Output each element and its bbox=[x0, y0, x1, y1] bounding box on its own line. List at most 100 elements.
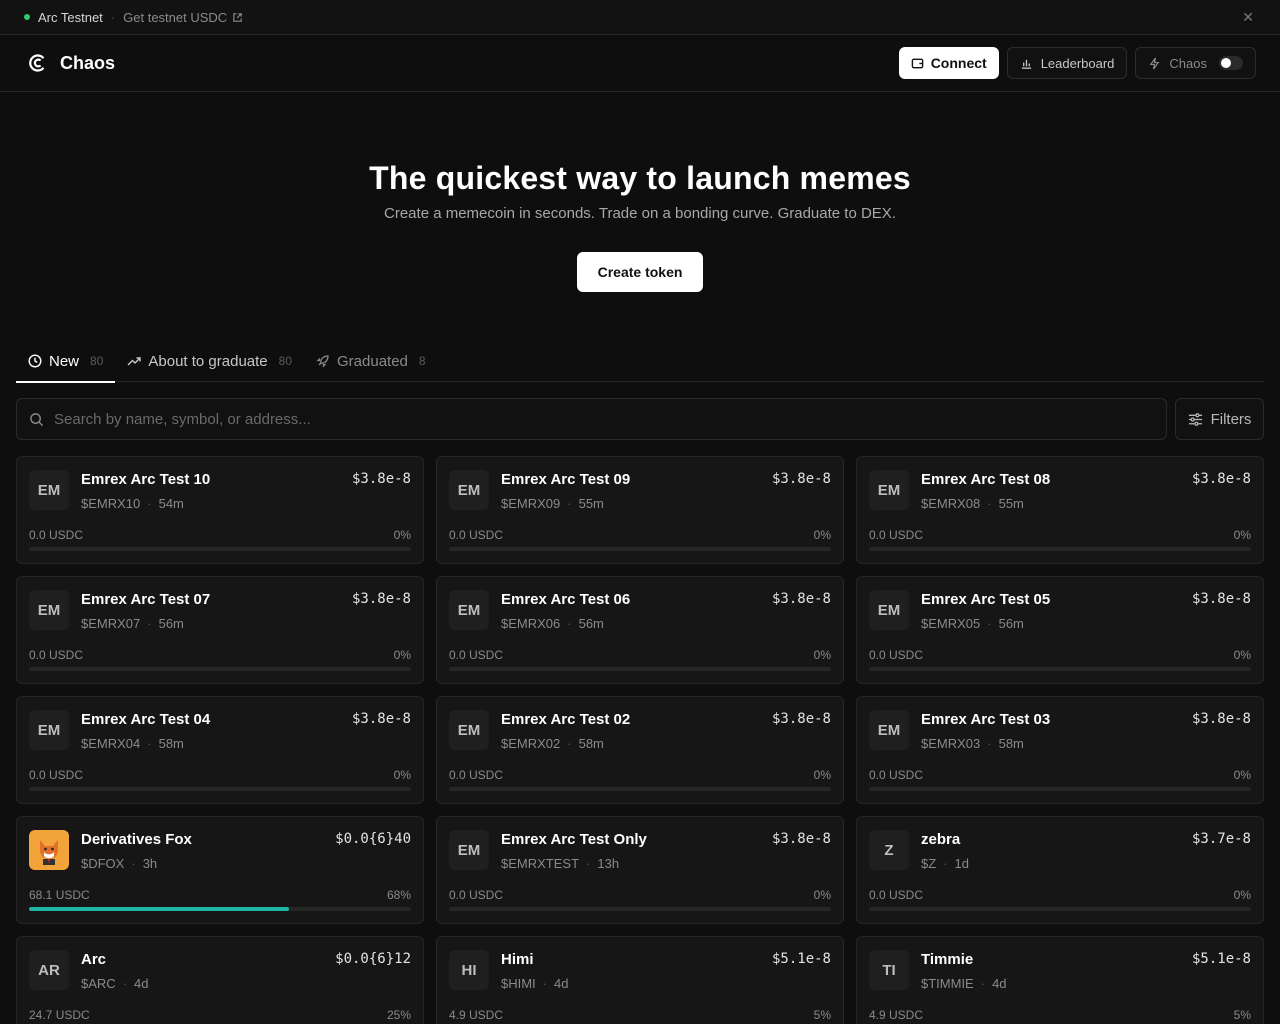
hero-subtitle: Create a memecoin in seconds. Trade on a… bbox=[384, 205, 896, 222]
token-avatar: TI bbox=[869, 950, 909, 990]
token-name: Emrex Arc Test 10 bbox=[81, 471, 211, 488]
token-card[interactable]: Z zebra $Z · 1d $3.7e-8 0.0 USDC 0% bbox=[856, 816, 1264, 924]
token-symbol: $EMRXTEST bbox=[501, 856, 580, 871]
token-avatar: EM bbox=[29, 710, 69, 750]
tab-about-to-graduate[interactable]: About to graduate 80 bbox=[115, 340, 304, 382]
token-name: Emrex Arc Test 06 bbox=[501, 591, 631, 608]
token-card[interactable]: EM Emrex Arc Test Only $EMRXTEST · 13h $3.… bbox=[436, 816, 844, 924]
tab-new[interactable]: New 80 bbox=[16, 340, 116, 383]
token-progress-percent: 0% bbox=[813, 648, 831, 662]
bonding-progress-bar bbox=[449, 667, 831, 671]
meta-separator: · bbox=[943, 856, 948, 871]
token-price: $3.8e-8 bbox=[771, 591, 831, 607]
faucet-link-label: Get testnet USDC bbox=[123, 9, 228, 25]
token-card[interactable]: TI Timmie $TIMMIE · 4d $5.1e-8 4.9 USDC 5% bbox=[856, 936, 1264, 1024]
bonding-progress-bar bbox=[869, 787, 1251, 791]
toggle-switch[interactable] bbox=[1219, 56, 1243, 70]
token-symbol: $TIMMIE bbox=[921, 976, 974, 991]
meta-separator: · bbox=[567, 496, 572, 511]
token-progress-percent: 0% bbox=[393, 768, 411, 782]
connect-button[interactable]: Connect bbox=[898, 47, 999, 79]
token-price: $0.0{6}12 bbox=[335, 951, 411, 967]
token-symbol: $EMRX02 bbox=[501, 736, 561, 751]
meta-separator: · bbox=[131, 856, 136, 871]
token-avatar: EM bbox=[449, 590, 489, 630]
token-card[interactable]: EM Emrex Arc Test 05 $EMRX05 · 56m $3.8e-8… bbox=[856, 576, 1264, 684]
bonding-progress-bar bbox=[29, 547, 411, 551]
token-age: 56m bbox=[998, 616, 1024, 631]
token-meta: $EMRX03 · 58m bbox=[921, 736, 1024, 751]
create-token-button[interactable]: Create token bbox=[577, 252, 703, 292]
token-age: 4d bbox=[992, 976, 1007, 991]
token-age: 4d bbox=[134, 976, 149, 991]
token-liquidity: 68.1 USDC bbox=[29, 888, 90, 902]
token-avatar: EM bbox=[869, 470, 909, 510]
token-card[interactable]: EM Emrex Arc Test 06 $EMRX06 · 56m $3.8e-8… bbox=[436, 576, 844, 684]
token-progress-percent: 0% bbox=[1233, 888, 1251, 902]
bonding-progress-bar bbox=[869, 907, 1251, 911]
meta-separator: · bbox=[122, 976, 128, 991]
leaderboard-button[interactable]: Leaderboard bbox=[1006, 47, 1128, 79]
token-card[interactable]: EM Emrex Arc Test 03 $EMRX03 · 58m $3.8e-8… bbox=[856, 696, 1264, 804]
token-age: 13h bbox=[597, 856, 620, 871]
token-age: 1d bbox=[954, 856, 969, 871]
token-name: zebra bbox=[921, 831, 961, 848]
token-age: 56m bbox=[578, 616, 604, 631]
faucet-link[interactable]: Get testnet USDC bbox=[123, 10, 243, 25]
token-progress-percent: 0% bbox=[393, 528, 411, 542]
token-liquidity: 0.0 USDC bbox=[449, 648, 504, 662]
token-meta: $Z · 1d bbox=[921, 856, 969, 871]
token-card[interactable]: EM Emrex Arc Test 09 $EMRX09 · 55m $3.8e-8… bbox=[436, 456, 844, 564]
token-symbol: $EMRX08 bbox=[921, 496, 981, 511]
search-icon bbox=[30, 412, 44, 426]
meta-separator: · bbox=[987, 496, 992, 511]
token-symbol: $EMRX09 bbox=[501, 496, 561, 511]
token-meta: $EMRX07 · 56m bbox=[81, 616, 184, 631]
token-avatar: HI bbox=[449, 950, 489, 990]
token-card[interactable]: EM Emrex Arc Test 07 $EMRX07 · 56m $3.8e-8… bbox=[16, 576, 424, 684]
chaos-mode-toggle[interactable]: Chaos bbox=[1135, 47, 1256, 79]
filters-button[interactable]: Filters bbox=[1175, 398, 1264, 440]
token-liquidity: 0.0 USDC bbox=[449, 528, 504, 542]
token-avatar: EM bbox=[449, 830, 489, 870]
token-avatar: Z bbox=[869, 830, 909, 870]
tab-graduated[interactable]: Graduated 8 bbox=[304, 340, 438, 382]
token-progress-percent: 0% bbox=[813, 528, 831, 542]
token-price: $3.8e-8 bbox=[771, 831, 831, 847]
bonding-progress-bar bbox=[449, 547, 831, 551]
token-age: 55m bbox=[998, 496, 1024, 511]
token-price: $3.8e-8 bbox=[771, 711, 831, 727]
token-card[interactable]: EM Emrex Arc Test 10 $EMRX10 · 54m $3.8e-8… bbox=[16, 456, 424, 564]
token-progress-percent: 68% bbox=[386, 888, 411, 902]
token-age: 58m bbox=[998, 736, 1024, 751]
close-banner-icon[interactable]: ✕ bbox=[1242, 9, 1254, 26]
token-meta: $DFOX · 3h bbox=[81, 856, 157, 871]
token-card[interactable]: EM Emrex Arc Test 08 $EMRX08 · 55m $3.8e-8… bbox=[856, 456, 1264, 564]
token-price: $5.1e-8 bbox=[1191, 951, 1251, 967]
bonding-progress-bar bbox=[449, 787, 831, 791]
meta-separator: · bbox=[987, 736, 992, 751]
token-name: Emrex Arc Test 07 bbox=[81, 591, 211, 608]
token-card[interactable]: EM Emrex Arc Test 02 $EMRX02 · 58m $3.8e-8… bbox=[436, 696, 844, 804]
hero: The quickest way to launch memes Create … bbox=[0, 160, 1280, 222]
token-progress-percent: 0% bbox=[813, 888, 831, 902]
wallet-icon bbox=[911, 58, 923, 68]
bonding-progress-bar bbox=[869, 547, 1251, 551]
token-name: Emrex Arc Test Only bbox=[501, 831, 647, 848]
token-liquidity: 4.9 USDC bbox=[449, 1008, 504, 1022]
meta-separator: · bbox=[147, 616, 152, 631]
token-card[interactable]: HI Himi $HIMI · 4d $5.1e-8 4.9 USDC 5% bbox=[436, 936, 844, 1024]
token-liquidity: 0.0 USDC bbox=[29, 768, 84, 782]
token-progress-percent: 0% bbox=[393, 648, 411, 662]
token-symbol: $EMRX05 bbox=[921, 616, 981, 631]
token-avatar-fox-image bbox=[29, 830, 69, 870]
brand[interactable]: Chaos bbox=[28, 53, 115, 74]
token-avatar: EM bbox=[869, 590, 909, 630]
token-card[interactable]: Derivatives Fox $DFOX · 3h $0.0{6}40 68.1 … bbox=[16, 816, 424, 924]
token-name: Emrex Arc Test 02 bbox=[501, 711, 631, 728]
token-card[interactable]: EM Emrex Arc Test 04 $EMRX04 · 58m $3.8e-8… bbox=[16, 696, 424, 804]
token-progress-percent: 5% bbox=[813, 1008, 831, 1022]
token-name: Emrex Arc Test 09 bbox=[501, 471, 631, 488]
token-card[interactable]: AR Arc $ARC · 4d $0.0{6}12 24.7 USDC 25% bbox=[16, 936, 424, 1024]
search-input[interactable] bbox=[54, 410, 1154, 428]
